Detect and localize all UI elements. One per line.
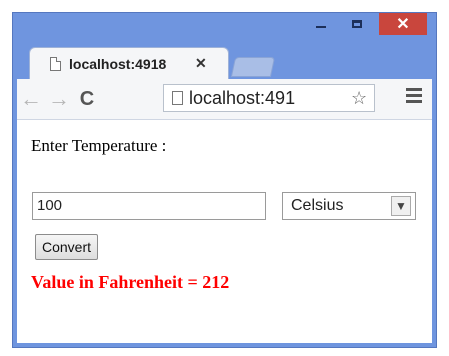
result-text: Value in Fahrenheit = 212 (31, 272, 230, 292)
maximize-button[interactable] (339, 13, 375, 35)
browser-window: ✕ localhost:4918 ✕ ← → C localhost:491 ☆… (12, 12, 437, 348)
address-bar[interactable]: localhost:491 ☆ (163, 84, 375, 112)
tab-title: localhost:4918 (69, 55, 167, 72)
minimize-icon (316, 26, 326, 28)
menu-icon[interactable] (406, 88, 422, 103)
browser-toolbar: ← → C localhost:491 ☆ (17, 79, 432, 120)
reload-icon[interactable]: C (73, 88, 101, 111)
unit-select[interactable]: Celsius ▼ (282, 192, 416, 220)
back-icon[interactable]: ← (17, 86, 45, 112)
forward-icon[interactable]: → (45, 86, 73, 112)
minimize-button[interactable] (303, 13, 339, 35)
page-icon (172, 91, 183, 105)
chevron-down-icon[interactable]: ▼ (391, 196, 411, 216)
tab-close-icon[interactable]: ✕ (195, 55, 207, 72)
browser-tab[interactable]: localhost:4918 ✕ (29, 47, 229, 79)
convert-button[interactable]: Convert (35, 234, 99, 260)
unit-selected-value: Celsius (291, 197, 344, 214)
title-bar: ✕ (13, 13, 436, 47)
close-button[interactable]: ✕ (379, 13, 427, 35)
url-text[interactable]: localhost:491 (189, 88, 349, 109)
page-icon (50, 56, 61, 71)
page-content: Enter Temperature : 100 Celsius ▼ Conver… (17, 120, 432, 343)
maximize-icon (352, 20, 362, 28)
temperature-input[interactable]: 100 (32, 192, 266, 220)
new-tab-button[interactable] (230, 57, 276, 77)
bookmark-star-icon[interactable]: ☆ (351, 88, 367, 109)
temperature-label: Enter Temperature : (31, 136, 167, 155)
